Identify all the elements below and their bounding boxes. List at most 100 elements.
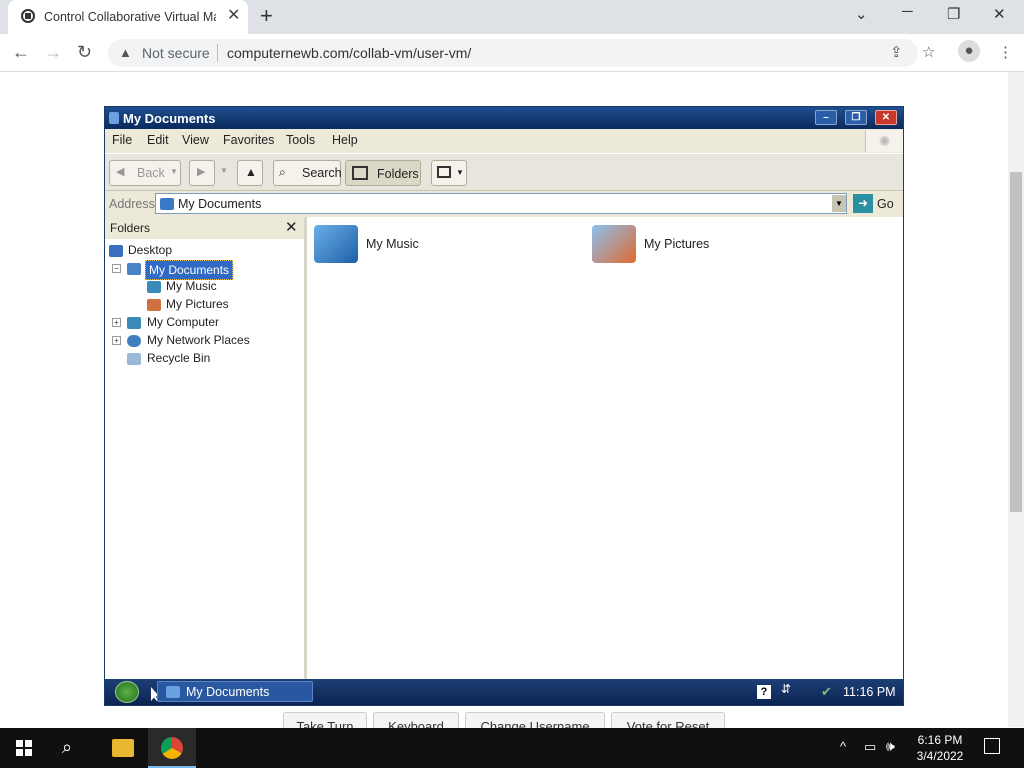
xp-restore-button[interactable]: ❐	[845, 110, 867, 125]
minimize-button[interactable]: ─	[902, 3, 913, 20]
close-window-button[interactable]: ✕	[993, 5, 1006, 23]
browser-tab[interactable]: Control Collaborative Virtual Ma ✕	[8, 0, 248, 34]
music-folder-icon	[314, 225, 358, 263]
expand-icon[interactable]: +	[112, 318, 121, 327]
up-folder-button[interactable]: ▲	[237, 160, 263, 186]
address-label: Address	[109, 197, 155, 211]
new-tab-button[interactable]: +	[260, 5, 273, 27]
tree-item-recycle-bin[interactable]: Recycle Bin	[147, 351, 210, 365]
music-icon	[147, 281, 161, 293]
forward-arrow-icon[interactable]: →	[44, 42, 62, 63]
tree-item-my-network-places[interactable]: My Network Places	[147, 333, 250, 347]
scrollbar-thumb[interactable]	[1010, 172, 1022, 512]
address-dropdown-icon[interactable]: ▼	[832, 195, 846, 212]
search-button[interactable]: ⌕ Search	[273, 160, 342, 186]
menu-help[interactable]: Help	[332, 133, 358, 147]
back-button[interactable]: ◀ Back ▼	[109, 160, 181, 186]
menu-file[interactable]: File	[112, 133, 132, 147]
throbber-icon: ✺	[865, 130, 903, 152]
network-tray-icon[interactable]: ⇵	[781, 682, 791, 696]
back-dropdown-icon[interactable]: ▼	[170, 167, 178, 176]
up-arrow-icon: ▲	[245, 165, 257, 179]
folder-contents: My Music My Pictures	[310, 217, 903, 679]
collapse-icon[interactable]: −	[112, 264, 121, 273]
url-text[interactable]: computernewb.com/collab-vm/user-vm/	[227, 45, 471, 61]
notification-icon[interactable]	[984, 738, 1000, 754]
window-title: My Documents	[123, 111, 216, 126]
warning-icon[interactable]: ▲	[119, 45, 132, 60]
menu-edit[interactable]: Edit	[147, 133, 169, 147]
folders-label: Folders	[377, 167, 419, 181]
folders-pane-close-icon[interactable]: ✕	[285, 218, 298, 236]
menu-bar: File Edit View Favorites Tools Help ✺	[105, 129, 903, 153]
share-icon[interactable]: ⇪	[890, 43, 903, 61]
back-arrow-icon[interactable]: ←	[12, 42, 30, 63]
xp-close-button[interactable]: ✕	[875, 110, 897, 125]
back-label: Back	[137, 166, 165, 180]
views-dropdown-icon: ▼	[456, 168, 464, 177]
network-places-icon	[127, 335, 141, 347]
xp-minimize-button[interactable]: –	[815, 110, 837, 125]
go-button[interactable]: Go	[877, 197, 894, 211]
vm-screen[interactable]: My Documents – ❐ ✕ File Edit View Favori…	[104, 106, 904, 706]
tree-item-desktop[interactable]: Desktop	[128, 243, 172, 257]
taskbar-item-label: My Documents	[186, 685, 270, 699]
tree-item-my-pictures[interactable]: My Pictures	[166, 297, 229, 311]
tab-strip: Control Collaborative Virtual Ma ✕ + ⌄ ─…	[0, 0, 1024, 34]
start-orb-icon[interactable]	[115, 681, 139, 703]
tree-item-my-computer[interactable]: My Computer	[147, 315, 219, 329]
search-label: Search	[302, 166, 342, 180]
profile-avatar-icon[interactable]: ●	[958, 40, 980, 62]
tab-close-icon[interactable]: ✕	[227, 8, 240, 24]
forward-icon: ▶	[197, 166, 206, 178]
item-label: My Pictures	[644, 237, 710, 251]
forward-button[interactable]: ▶	[189, 160, 215, 186]
volume-icon[interactable]: 🕪	[886, 738, 895, 755]
expand-icon[interactable]: +	[112, 336, 121, 345]
my-documents-icon	[160, 198, 174, 210]
restore-button[interactable]: ❐	[947, 5, 960, 23]
tray-chevron-icon[interactable]: ^	[840, 739, 846, 754]
taskbar-item-my-documents[interactable]: My Documents	[157, 681, 313, 702]
network-icon[interactable]: ▭	[864, 739, 876, 755]
tab-search-icon[interactable]: ⌄	[855, 5, 868, 23]
tree-item-my-music[interactable]: My Music	[166, 279, 217, 293]
menu-kebab-icon[interactable]: ⋮	[998, 43, 1013, 61]
reload-icon[interactable]: ↻	[77, 42, 92, 63]
windows-start-icon[interactable]	[16, 740, 32, 756]
search-icon[interactable]: ⌕	[62, 737, 72, 758]
search-icon: ⌕	[279, 165, 286, 179]
folders-pane-title: Folders	[110, 221, 151, 235]
back-icon: ◀	[116, 166, 125, 178]
item-my-music[interactable]: My Music	[314, 223, 544, 267]
menu-view[interactable]: View	[182, 133, 209, 147]
forward-dropdown-icon[interactable]: ▼	[220, 166, 228, 175]
help-icon[interactable]: ?	[757, 685, 771, 699]
explorer-toolbar: ◀ Back ▼ ▶ ▼ ▲ ⌕ Search Folders ▼	[105, 153, 903, 191]
address-value: My Documents	[178, 197, 262, 211]
bookmark-star-icon[interactable]: ☆	[922, 43, 935, 61]
clock-date: 3/4/2022	[916, 749, 964, 763]
item-my-pictures[interactable]: My Pictures	[592, 223, 822, 267]
tree-item-my-documents[interactable]: My Documents	[145, 260, 234, 280]
windows-taskbar: ⌕ ^ ▭ 🕪 6:16 PM 3/4/2022	[0, 728, 1024, 768]
menu-favorites[interactable]: Favorites	[223, 133, 274, 147]
file-explorer-icon[interactable]	[112, 739, 134, 757]
views-button[interactable]: ▼	[431, 160, 467, 186]
favicon-icon	[21, 9, 35, 23]
my-computer-icon	[127, 317, 141, 329]
browser-toolbar: ← → ↻ ▲ Not secure computernewb.com/coll…	[0, 34, 1024, 72]
security-label[interactable]: Not secure	[142, 45, 210, 61]
explorer-title-bar[interactable]: My Documents – ❐ ✕	[105, 107, 903, 129]
pictures-icon	[147, 299, 161, 311]
folders-button[interactable]: Folders	[345, 160, 421, 186]
address-field[interactable]: My Documents ▼	[155, 193, 847, 214]
go-arrow-icon[interactable]: ➜	[853, 194, 873, 213]
address-bar[interactable]: ▲ Not secure computernewb.com/collab-vm/…	[108, 39, 918, 67]
page-scrollbar[interactable]	[1008, 72, 1024, 727]
security-tray-icon[interactable]: ✔	[821, 684, 832, 700]
system-clock[interactable]: 6:16 PM 3/4/2022	[912, 732, 968, 764]
menu-tools[interactable]: Tools	[286, 133, 315, 147]
vm-clock: 11:16 PM	[843, 685, 896, 699]
chrome-taskbar-button[interactable]	[148, 728, 196, 768]
